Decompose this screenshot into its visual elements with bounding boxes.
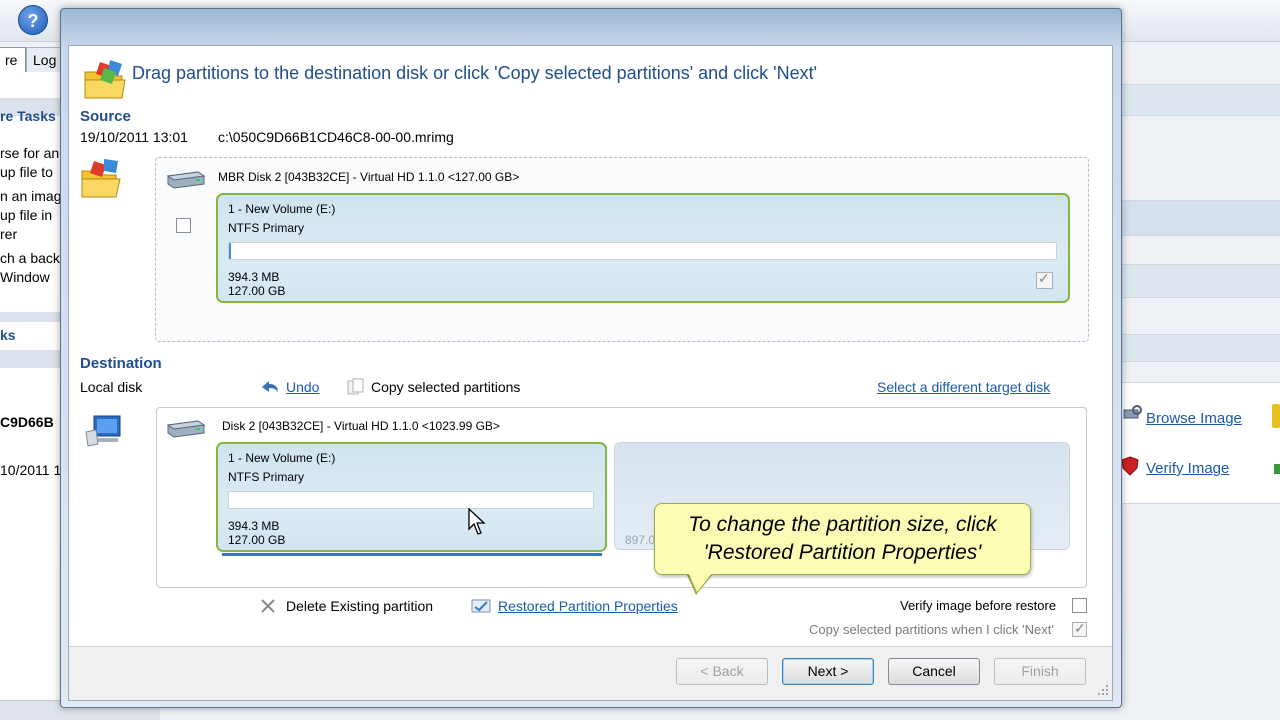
tooltip-callout: To change the partition size, click 'Res… [654,503,1031,575]
callout-line-1: To change the partition size, click [688,513,997,536]
partition-properties-icon [471,599,491,613]
undo-icon [262,381,278,392]
bg-tab-label: re [5,52,18,68]
destination-partition-underline [222,553,602,556]
finish-button[interactable]: Finish [994,658,1086,685]
bg-task-item[interactable]: ch a back [0,250,64,266]
resize-grip-icon[interactable] [1097,684,1109,696]
dialog-heading: Drag partitions to the destination disk … [132,63,818,83]
bg-backup-date: 10/2011 1 [0,462,62,478]
bg-folder-icon [1272,404,1280,428]
browse-image-icon [1123,405,1142,419]
hard-disk-icon [166,171,206,189]
undo-link[interactable]: Undo [286,379,319,395]
bg-strip [0,312,64,322]
source-file-path: c:\050C9D66B1CD46C8-00-00.mrimg [218,129,454,145]
bg-green-icon [1274,464,1280,474]
source-date: 19/10/2011 13:01 [80,129,188,145]
source-partition-size: 127.00 GB [228,284,286,298]
bg-task-item[interactable]: n an imag [0,188,64,204]
delete-icon [261,599,275,613]
bg-tab-restore[interactable]: re [0,47,26,73]
verify-image-icon [1121,456,1139,476]
copy-selected-partitions-button[interactable]: Copy selected partitions [371,379,520,395]
bg-tab-label: Log [33,52,57,68]
select-target-disk-link[interactable]: Select a different target disk [877,379,1050,395]
source-partition-used: 394.3 MB [228,270,280,284]
destination-partition-used: 394.3 MB [228,519,280,533]
copy-on-next-label: Copy selected partitions when I click 'N… [809,622,1054,637]
bg-task-item[interactable]: up file to [0,164,64,180]
bg-tab-log[interactable]: Log [26,47,62,73]
bg-left-panel: re Tasks rse for an up file to n an imag… [0,72,64,720]
mouse-cursor-icon [468,508,486,535]
browse-image-link[interactable]: Browse Image [1146,410,1242,427]
destination-partition-usage-bar [228,491,594,509]
bg-actions-band [1120,382,1280,504]
bg-task-item[interactable]: rer [0,226,64,242]
bg-band [1120,264,1280,298]
local-disk-computer-icon [85,415,121,447]
back-button[interactable]: < Back [676,658,768,685]
bg-section-title: re Tasks [0,108,56,124]
bg-task-item[interactable]: Window [0,269,64,285]
source-partition-type: NTFS Primary [228,221,304,235]
source-disk-checkbox[interactable] [176,218,191,233]
bg-task-item[interactable]: rse for an [0,145,64,161]
copy-on-next-checkbox[interactable] [1072,620,1087,637]
source-disk-label: MBR Disk 2 [043B32CE] - Virtual HD 1.1.0… [218,170,520,184]
destination-partition-type: NTFS Primary [228,470,304,484]
verify-before-restore-label: Verify image before restore [900,598,1057,613]
verify-before-restore-checkbox[interactable] [1072,598,1087,613]
callout-tail-fill [688,572,713,592]
destination-partition-name: 1 - New Volume (E:) [228,451,336,465]
hard-disk-icon [166,420,206,438]
unallocated-size: 897.0 [625,533,656,547]
destination-title: Destination [80,355,162,372]
cancel-button[interactable]: Cancel [888,658,980,685]
copy-partitions-icon [347,378,364,395]
destination-disk-label: Disk 2 [043B32CE] - Virtual HD 1.1.0 <10… [222,419,500,433]
bg-backup-id: C9D66B [0,414,54,430]
destination-subtitle: Local disk [80,379,143,395]
bg-band [1120,334,1280,362]
verify-image-link[interactable]: Verify Image [1146,460,1229,477]
partition-wizard-icon [84,60,126,99]
bg-right-panel: Browse Image Verify Image [1120,42,1280,720]
image-file-icon [81,159,121,198]
source-title: Source [80,108,131,125]
help-icon[interactable]: ? [18,5,48,35]
bg-section-title: ks [0,327,16,343]
source-partition-checkbox[interactable] [1036,270,1053,289]
source-partition-name: 1 - New Volume (E:) [228,202,336,216]
next-button[interactable]: Next > [782,658,874,685]
callout-line-2: 'Restored Partition Properties' [703,541,982,564]
source-partition-usage-fill [229,243,232,259]
bg-band [1120,84,1280,116]
restored-partition-properties-link[interactable]: Restored Partition Properties [498,598,678,614]
bg-band [1120,200,1280,236]
bg-task-item[interactable]: up file in [0,207,64,223]
source-partition-usage-bar [228,242,1057,260]
destination-partition-size: 127.00 GB [228,533,286,547]
delete-partition-button[interactable]: Delete Existing partition [286,598,433,614]
bg-strip [0,350,64,368]
